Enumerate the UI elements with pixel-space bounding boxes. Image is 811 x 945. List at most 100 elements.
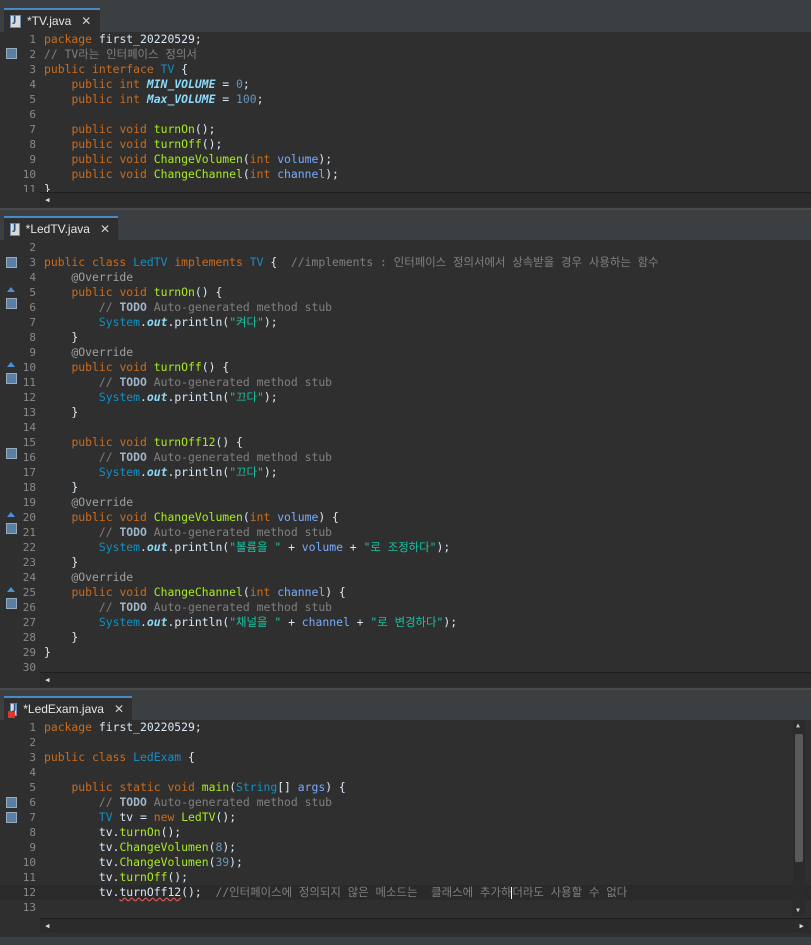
line-number: 4 [29,78,36,91]
line-number: 8 [29,331,36,344]
line-number: 3 [29,751,36,764]
tab-tv-java[interactable]: *TV.java ✕ [4,8,100,32]
code-line[interactable]: // TODO Auto-generated method stub [44,600,332,615]
horizontal-scrollbar[interactable]: ◂ ▸ [40,918,811,933]
code-line[interactable]: tv.turnOff12(); //인터페이스에 정의되지 않은 메소드는 클래… [44,885,627,900]
code-line[interactable]: tv.turnOff(); [44,870,188,885]
line-number: 5 [29,93,36,106]
scroll-right-icon[interactable]: ▸ [798,919,805,933]
code-line[interactable]: public void ChangeChannel(int channel); [44,167,338,182]
line-number: 12 [22,391,36,404]
code-line[interactable]: } [44,630,78,645]
code-editor[interactable]: 1 package first_20220529; 2 // TV라는 인터페이스 … [0,32,811,192]
line-number: 8 [29,138,36,151]
horizontal-scrollbar[interactable]: ◂ [40,192,811,207]
pane-divider[interactable] [0,688,811,690]
code-line[interactable]: // TODO Auto-generated method stub [44,525,332,540]
line-number: 21 [22,526,36,539]
java-file-error-icon [7,702,18,718]
code-line[interactable]: @Override [44,495,133,510]
code-line[interactable]: System.out.println("채널을 " + channel + "로… [44,615,457,630]
scroll-down-icon[interactable]: ▾ [795,905,801,916]
code-line[interactable]: tv.ChangeVolumen(39); [44,855,243,870]
code-line[interactable]: System.out.println("끄다"); [44,465,278,480]
tab-bar: *LedExam.java ✕ [0,694,811,720]
code-line[interactable]: // TODO Auto-generated method stub [44,795,332,810]
close-icon[interactable]: ✕ [81,14,91,28]
close-icon[interactable]: ✕ [100,222,110,236]
code-line[interactable]: public class LedTV implements TV { //imp… [44,255,659,270]
code-line[interactable]: public class LedExam { [44,750,195,765]
code-line[interactable]: public void turnOff() { [44,360,229,375]
tab-label: *TV.java [27,14,72,28]
code-line[interactable]: tv.turnOn(); [44,825,181,840]
code-line[interactable]: public void ChangeVolumen(int volume); [44,152,332,167]
scroll-left-icon[interactable]: ◂ [44,673,51,687]
code-line[interactable]: } [44,330,78,345]
scroll-up-icon[interactable]: ▴ [795,720,801,731]
line-number: 7 [29,123,36,136]
editor-pane-tv: *TV.java ✕ 1 package first_20220529; 2 // … [0,6,811,208]
code-line[interactable]: @Override [44,345,133,360]
code-line[interactable]: // TV라는 인터페이스 정의서 [44,47,197,62]
code-line[interactable]: package first_20220529; [44,720,202,735]
code-line[interactable]: public int Max_VOLUME = 100; [44,92,263,107]
line-number: 20 [22,511,36,524]
tab-ledtv-java[interactable]: *LedTV.java ✕ [4,216,118,240]
editor-pane-ledexam: *LedExam.java ✕ 1 package first_20220529;… [0,694,811,937]
code-line[interactable]: public interface TV { [44,62,188,77]
code-line[interactable]: public void turnOff12() { [44,435,242,450]
code-line[interactable]: package first_20220529; [44,32,202,47]
line-number: 28 [22,631,36,644]
scroll-left-icon[interactable]: ◂ [44,193,51,207]
code-line[interactable]: public void ChangeChannel(int channel) { [44,585,345,600]
line-number: 23 [22,556,36,569]
code-line[interactable]: tv.ChangeVolumen(8); [44,840,236,855]
code-line[interactable]: } [44,182,51,192]
code-line[interactable]: } [44,480,78,495]
java-file-icon [10,14,21,28]
code-line[interactable]: @Override [44,270,133,285]
code-editor[interactable]: 2 3 public class LedTV implements TV { //… [0,240,811,672]
scroll-left-icon[interactable]: ◂ [44,919,51,933]
code-line[interactable]: public void ChangeVolumen(int volume) { [44,510,338,525]
code-line[interactable]: // TODO Auto-generated method stub [44,450,332,465]
code-line[interactable]: public void turnOff(); [44,137,222,152]
scrollbar-thumb[interactable] [795,734,803,862]
line-number: 13 [22,406,36,419]
code-line[interactable]: } [44,405,78,420]
code-line[interactable]: public void turnOn() { [44,285,222,300]
code-line[interactable]: public static void main(String[] args) { [44,780,345,795]
line-number: 1 [29,721,36,734]
line-number: 14 [22,421,36,434]
editor-pane-ledtv: *LedTV.java ✕ 2 3 public class LedTV impl… [0,214,811,688]
code-line[interactable]: } [44,645,51,660]
close-icon[interactable]: ✕ [114,702,124,716]
code-editor[interactable]: 1 package first_20220529; 2 3 public class… [0,720,811,918]
code-line[interactable]: @Override [44,570,133,585]
code-line[interactable]: System.out.println("켜다"); [44,315,278,330]
code-line[interactable]: System.out.println("볼륨을 " + volume + "로 … [44,540,450,555]
code-line[interactable]: System.out.println("끄다"); [44,390,278,405]
line-number: 11 [22,376,36,389]
pane-divider[interactable] [0,208,811,210]
line-number: 10 [22,856,36,869]
line-number: 6 [29,108,36,121]
code-line[interactable]: public int MIN_VOLUME = 0; [44,77,249,92]
horizontal-scrollbar[interactable]: ◂ [40,672,811,687]
code-line[interactable]: } [44,555,78,570]
tab-label: *LedTV.java [25,222,90,236]
code-line[interactable]: public void turnOn(); [44,122,215,137]
tab-ledexam-java[interactable]: *LedExam.java ✕ [4,696,132,720]
line-number: 10 [22,361,36,374]
line-number: 24 [22,571,36,584]
line-number: 1 [29,33,36,46]
line-number: 30 [22,661,36,672]
code-line[interactable]: // TODO Auto-generated method stub [44,300,332,315]
line-number: 3 [29,63,36,76]
tab-label: *LedExam.java [23,702,104,716]
code-line[interactable]: // TODO Auto-generated method stub [44,375,332,390]
code-line[interactable]: TV tv = new LedTV(); [44,810,236,825]
line-number: 12 [22,886,36,899]
vertical-scrollbar[interactable]: ▴ ▾ [793,720,805,916]
